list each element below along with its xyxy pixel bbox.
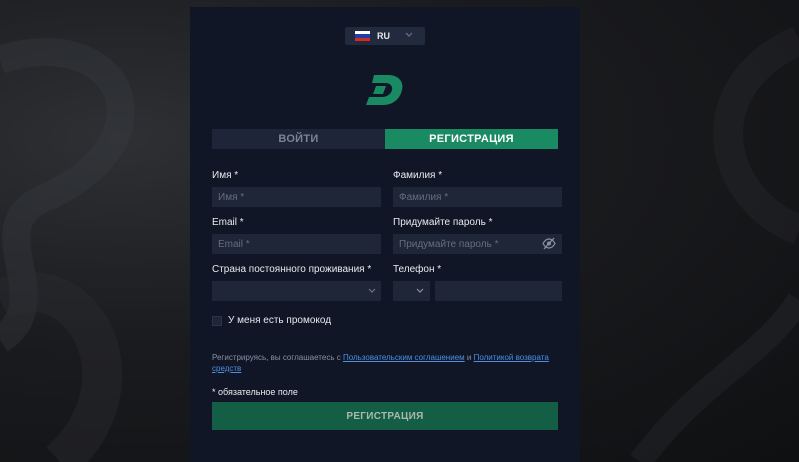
terms-text: Регистрируясь, вы соглашаетесь с Пользов…	[212, 352, 552, 374]
auth-tabs: ВОЙТИ РЕГИСТРАЦИЯ	[212, 129, 558, 149]
register-submit-button[interactable]: РЕГИСТРАЦИЯ	[212, 402, 558, 430]
registration-panel: RU ВОЙТИ РЕГИСТРАЦИЯ Имя * Фамилия * Ema…	[190, 7, 580, 462]
email-field[interactable]	[212, 234, 381, 254]
last-name-label: Фамилия *	[393, 170, 443, 181]
email-label: Email *	[212, 217, 244, 228]
password-label: Придумайте пароль *	[393, 217, 493, 228]
required-note: * обязательное поле	[212, 387, 298, 397]
terms-prefix: Регистрируясь, вы соглашаетесь с	[212, 353, 341, 362]
russia-flag-icon	[355, 31, 370, 41]
chevron-down-icon	[368, 288, 376, 293]
language-selector[interactable]: RU	[345, 27, 425, 45]
language-code: RU	[377, 31, 390, 41]
eye-off-icon[interactable]	[542, 237, 556, 250]
terms-conj: и	[466, 353, 472, 362]
user-agreement-link[interactable]: Пользовательским соглашением	[343, 353, 465, 362]
phone-number-field[interactable]	[435, 281, 562, 301]
country-label: Страна постоянного проживания *	[212, 264, 372, 275]
tab-login[interactable]: ВОЙТИ	[212, 129, 385, 149]
phone-label: Телефон *	[393, 264, 442, 275]
tab-register[interactable]: РЕГИСТРАЦИЯ	[385, 129, 558, 149]
chevron-down-icon	[405, 32, 413, 37]
password-field[interactable]	[393, 234, 562, 254]
phone-code-select[interactable]	[393, 281, 430, 301]
last-name-field[interactable]	[393, 187, 562, 207]
brand-d-logo	[366, 75, 403, 105]
first-name-label: Имя *	[212, 170, 239, 181]
chevron-down-icon	[416, 288, 424, 293]
promo-checkbox[interactable]	[212, 316, 222, 326]
promo-label: У меня есть промокод	[228, 315, 332, 326]
country-select[interactable]	[212, 281, 381, 301]
first-name-field[interactable]	[212, 187, 381, 207]
